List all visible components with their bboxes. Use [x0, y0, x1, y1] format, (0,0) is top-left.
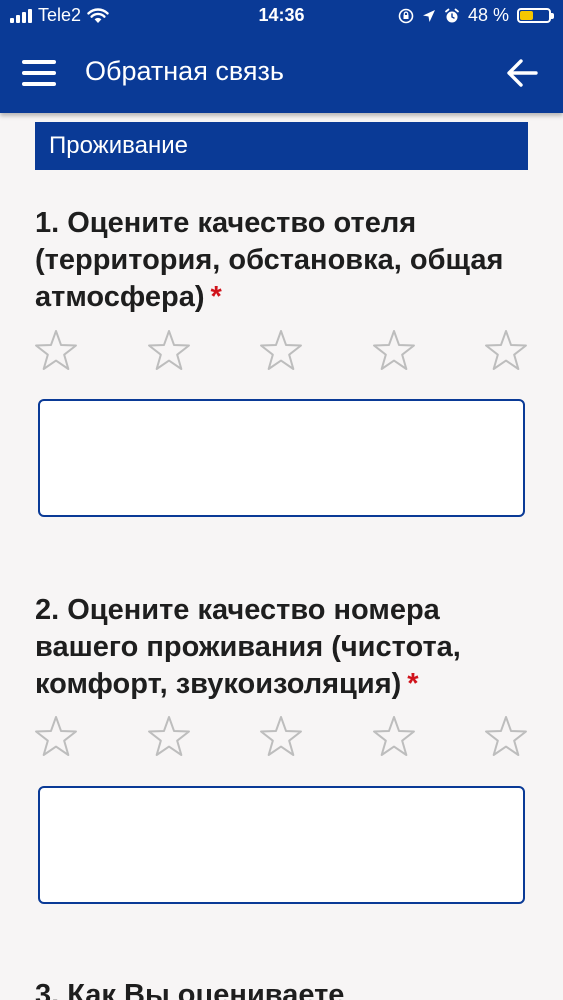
rating-stars-question-1 — [33, 328, 533, 374]
star-icon[interactable] — [146, 328, 192, 374]
status-right: 48 % — [398, 5, 554, 26]
battery-icon — [517, 8, 554, 23]
battery-percent: 48 % — [467, 5, 509, 25]
star-icon[interactable] — [371, 328, 417, 374]
required-mark: * — [407, 668, 419, 700]
feedback-form: Проживание 1. Оцените качество отеля (те… — [0, 113, 563, 1000]
location-icon — [422, 9, 435, 22]
page-title: Обратная связь — [85, 56, 284, 86]
star-icon[interactable] — [33, 714, 79, 760]
battery-fill — [520, 11, 534, 20]
question-2-comment-input[interactable] — [38, 786, 525, 904]
nav-row: Обратная связь — [0, 40, 563, 106]
star-icon[interactable] — [258, 328, 304, 374]
question-2-title: 2. Оцените качество номера вашего прожив… — [35, 592, 535, 703]
hamburger-menu-icon[interactable] — [22, 60, 58, 86]
star-icon[interactable] — [258, 714, 304, 760]
star-icon[interactable] — [483, 714, 529, 760]
star-icon[interactable] — [146, 714, 192, 760]
carrier-label: Tele2 — [38, 5, 82, 25]
alarm-icon — [445, 8, 459, 22]
section-header: Проживание — [35, 122, 528, 170]
star-icon[interactable] — [33, 328, 79, 374]
question-3-text: 3. Как Вы оцениваете — [35, 979, 345, 1000]
arrow-left-icon[interactable] — [505, 56, 539, 90]
signal-icon — [10, 8, 32, 23]
status-bar: Tele2 14:36 48 % — [0, 0, 563, 34]
rotation-lock-icon — [398, 8, 414, 23]
status-left: Tele2 — [10, 5, 109, 26]
required-mark: * — [210, 281, 222, 313]
rating-stars-question-2 — [33, 714, 533, 760]
question-2-text: 2. Оцените качество номера вашего прожив… — [35, 594, 461, 700]
question-1-text: 1. Оцените качество отеля (территория, о… — [35, 207, 504, 313]
app-header: Tele2 14:36 48 % Обратная связь — [0, 0, 563, 113]
star-icon[interactable] — [371, 714, 417, 760]
question-1-comment-input[interactable] — [38, 399, 525, 517]
question-3-title: 3. Как Вы оцениваете — [35, 977, 535, 1000]
wifi-icon — [87, 7, 109, 23]
star-icon[interactable] — [483, 328, 529, 374]
question-1-title: 1. Оцените качество отеля (территория, о… — [35, 205, 535, 316]
